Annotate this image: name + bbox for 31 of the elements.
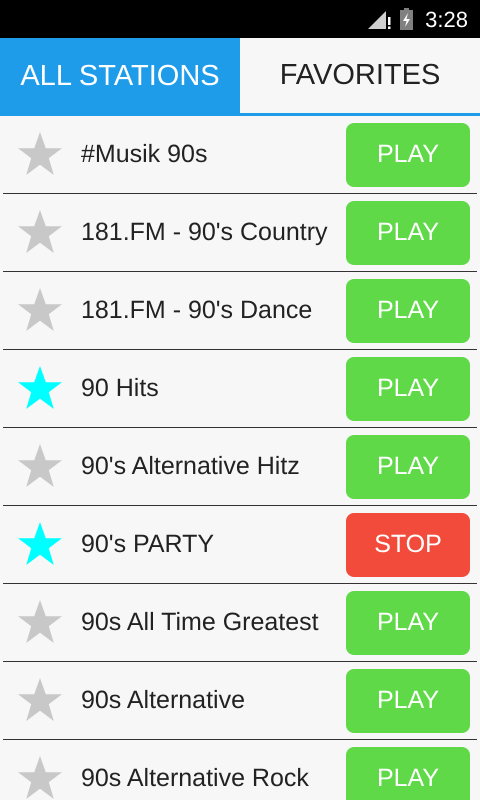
station-name: 90s Alternative Rock [81, 762, 310, 794]
station-name: #Musik 90s [81, 138, 208, 170]
station-name: 90s Alternative [81, 684, 246, 716]
star-icon[interactable] [16, 132, 64, 178]
star-icon[interactable] [16, 288, 64, 334]
star-icon[interactable] [16, 444, 64, 490]
battery-icon [400, 8, 414, 30]
play-button[interactable]: PLAY [346, 122, 470, 186]
play-button[interactable]: PLAY [346, 200, 470, 264]
status-time: 3:28 [425, 6, 468, 34]
play-button[interactable]: PLAY [346, 590, 470, 654]
play-button[interactable]: PLAY [346, 356, 470, 420]
play-button[interactable]: PLAY [346, 668, 470, 732]
play-button[interactable]: PLAY [346, 278, 470, 342]
station-name: 90's PARTY [81, 528, 216, 560]
star-icon[interactable] [16, 210, 64, 256]
station-name: 90's Alternative Hitz [81, 450, 301, 482]
star-icon[interactable] [16, 756, 64, 800]
station-name: 181.FM - 90's Country [81, 216, 329, 248]
star-icon[interactable] [16, 522, 64, 568]
station-name: 90s All Time Greatest [81, 606, 320, 638]
station-name: 90 Hits [81, 372, 160, 404]
star-icon[interactable] [16, 366, 64, 412]
station-name: 181.FM - 90's Dance [81, 294, 314, 326]
star-icon[interactable] [16, 678, 64, 724]
tab[interactable]: ALL STATIONS [0, 38, 240, 116]
signal-icon [368, 9, 392, 29]
play-button[interactable]: PLAY [346, 434, 470, 498]
star-icon[interactable] [16, 600, 64, 646]
play-button[interactable]: PLAY [346, 746, 470, 800]
stop-button[interactable]: STOP [346, 512, 470, 576]
